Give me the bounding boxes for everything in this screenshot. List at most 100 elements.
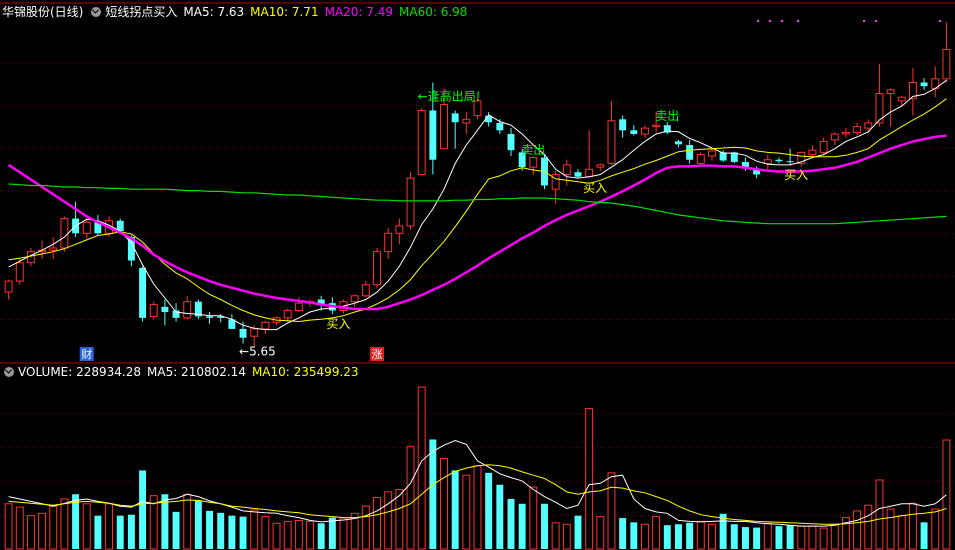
candle-body (429, 110, 437, 160)
ma5-readout: MA5: 7.63 (183, 5, 245, 19)
volume-dropdown-icon[interactable] (4, 367, 14, 377)
candle-body (864, 122, 873, 129)
volume-bar (60, 498, 69, 550)
volume-bar (473, 465, 482, 550)
candle-body (395, 225, 404, 234)
volume-bar (663, 525, 671, 549)
volume-bar (819, 527, 828, 550)
candle-body (819, 140, 828, 153)
candle-body (496, 122, 504, 131)
signal-label-buy: 买入 (784, 168, 808, 182)
volume-bar (183, 493, 192, 550)
candle-body (585, 168, 594, 178)
volume-bar (217, 512, 225, 549)
volume-bar (864, 504, 873, 550)
volume-bar (361, 505, 370, 550)
volume-bar (4, 503, 13, 550)
signal-label-sell: 卖出 (521, 143, 545, 157)
volume-bar (630, 522, 638, 549)
stock-name[interactable]: 华锦股份(日线) (2, 4, 83, 20)
candle-body (149, 304, 158, 317)
price-panel-header: 华锦股份(日线) 短线拐点买入 MA5: 7.63 MA10: 7.71 MA2… (2, 4, 473, 20)
candle-body (574, 172, 582, 177)
candle-body (886, 89, 895, 95)
volume-bar (105, 503, 114, 550)
kline-chart[interactable]: ←逢高出局!←5.65买入买入买入卖出卖出财涨 (0, 0, 955, 550)
volume-bar (194, 500, 202, 549)
volume-bar (139, 470, 147, 549)
volume-bar (38, 512, 47, 550)
volume-bar (942, 439, 951, 550)
signal-dot (939, 20, 941, 22)
volume-bar (417, 386, 426, 550)
volume-bar (596, 516, 605, 550)
volume-bar (172, 511, 180, 549)
volume-bar (730, 524, 738, 549)
volume-bar (406, 446, 415, 550)
candle-body (630, 130, 638, 134)
candle-body (786, 161, 794, 163)
volume-bar (82, 503, 91, 550)
signal-dot (757, 20, 759, 22)
volume-bar (250, 509, 259, 550)
candle-body (719, 152, 727, 161)
ma60-readout: MA60: 6.98 (399, 5, 468, 19)
indicator-dropdown-icon[interactable] (91, 7, 102, 17)
candle-body (641, 127, 649, 135)
volume-bar (686, 522, 694, 549)
vol-ma5-readout: MA5: 210802.14 (147, 365, 246, 379)
volume-bar (294, 519, 303, 550)
volume-panel-header: VOLUME: 228934.28 MA5: 210802.14 MA10: 2… (2, 364, 365, 380)
volume-bar (94, 515, 102, 549)
volume-bar (607, 472, 616, 550)
volume-bar (619, 518, 627, 549)
candle-body (183, 301, 192, 319)
candle-body (562, 164, 571, 175)
volume-bar (675, 524, 682, 549)
candle-body (707, 150, 716, 157)
volume-bar (328, 517, 336, 549)
price-ma10-line (8, 98, 947, 323)
volume-bar (652, 516, 661, 550)
candle-body (15, 262, 24, 282)
volume-bar (485, 472, 493, 549)
candle-body (652, 124, 661, 128)
volume-bar (875, 479, 884, 550)
candle-body (361, 284, 370, 297)
volume-bar (853, 510, 862, 550)
signal-dot (863, 20, 865, 22)
signal-label-escape: ←逢高出局! (418, 88, 481, 103)
candle-body (206, 316, 214, 318)
candle-body (763, 159, 772, 164)
indicator-name[interactable]: 短线拐点买入 (105, 4, 177, 20)
signal-dot (769, 20, 771, 22)
candle-body (920, 82, 928, 87)
volume-bar (707, 523, 716, 550)
volume-bar (908, 502, 917, 550)
volume-bar (440, 458, 448, 550)
volume-bar (15, 506, 24, 550)
volume-bar (339, 517, 348, 550)
candle-body (619, 119, 627, 131)
volume-bar (808, 525, 817, 550)
candle-body (808, 149, 817, 156)
volume-bar (931, 508, 940, 550)
candle-body (462, 118, 471, 124)
volume-bar (641, 523, 649, 550)
volume-bar (920, 522, 928, 549)
candle-body (4, 280, 13, 293)
volume-bar (49, 505, 58, 550)
volume-bar (551, 522, 560, 550)
candle-body (607, 120, 616, 164)
candle-body (775, 159, 783, 162)
ma20-readout: MA20: 7.49 (324, 5, 394, 19)
volume-bar (26, 515, 35, 550)
ma10-readout: MA10: 7.71 (250, 5, 319, 19)
volume-bar (719, 513, 727, 549)
volume-bar (753, 527, 761, 549)
candle-body (830, 133, 839, 141)
volume-bar (830, 523, 839, 550)
candle-body (686, 145, 694, 160)
candle-body (841, 132, 850, 135)
volume-bar (261, 516, 270, 550)
